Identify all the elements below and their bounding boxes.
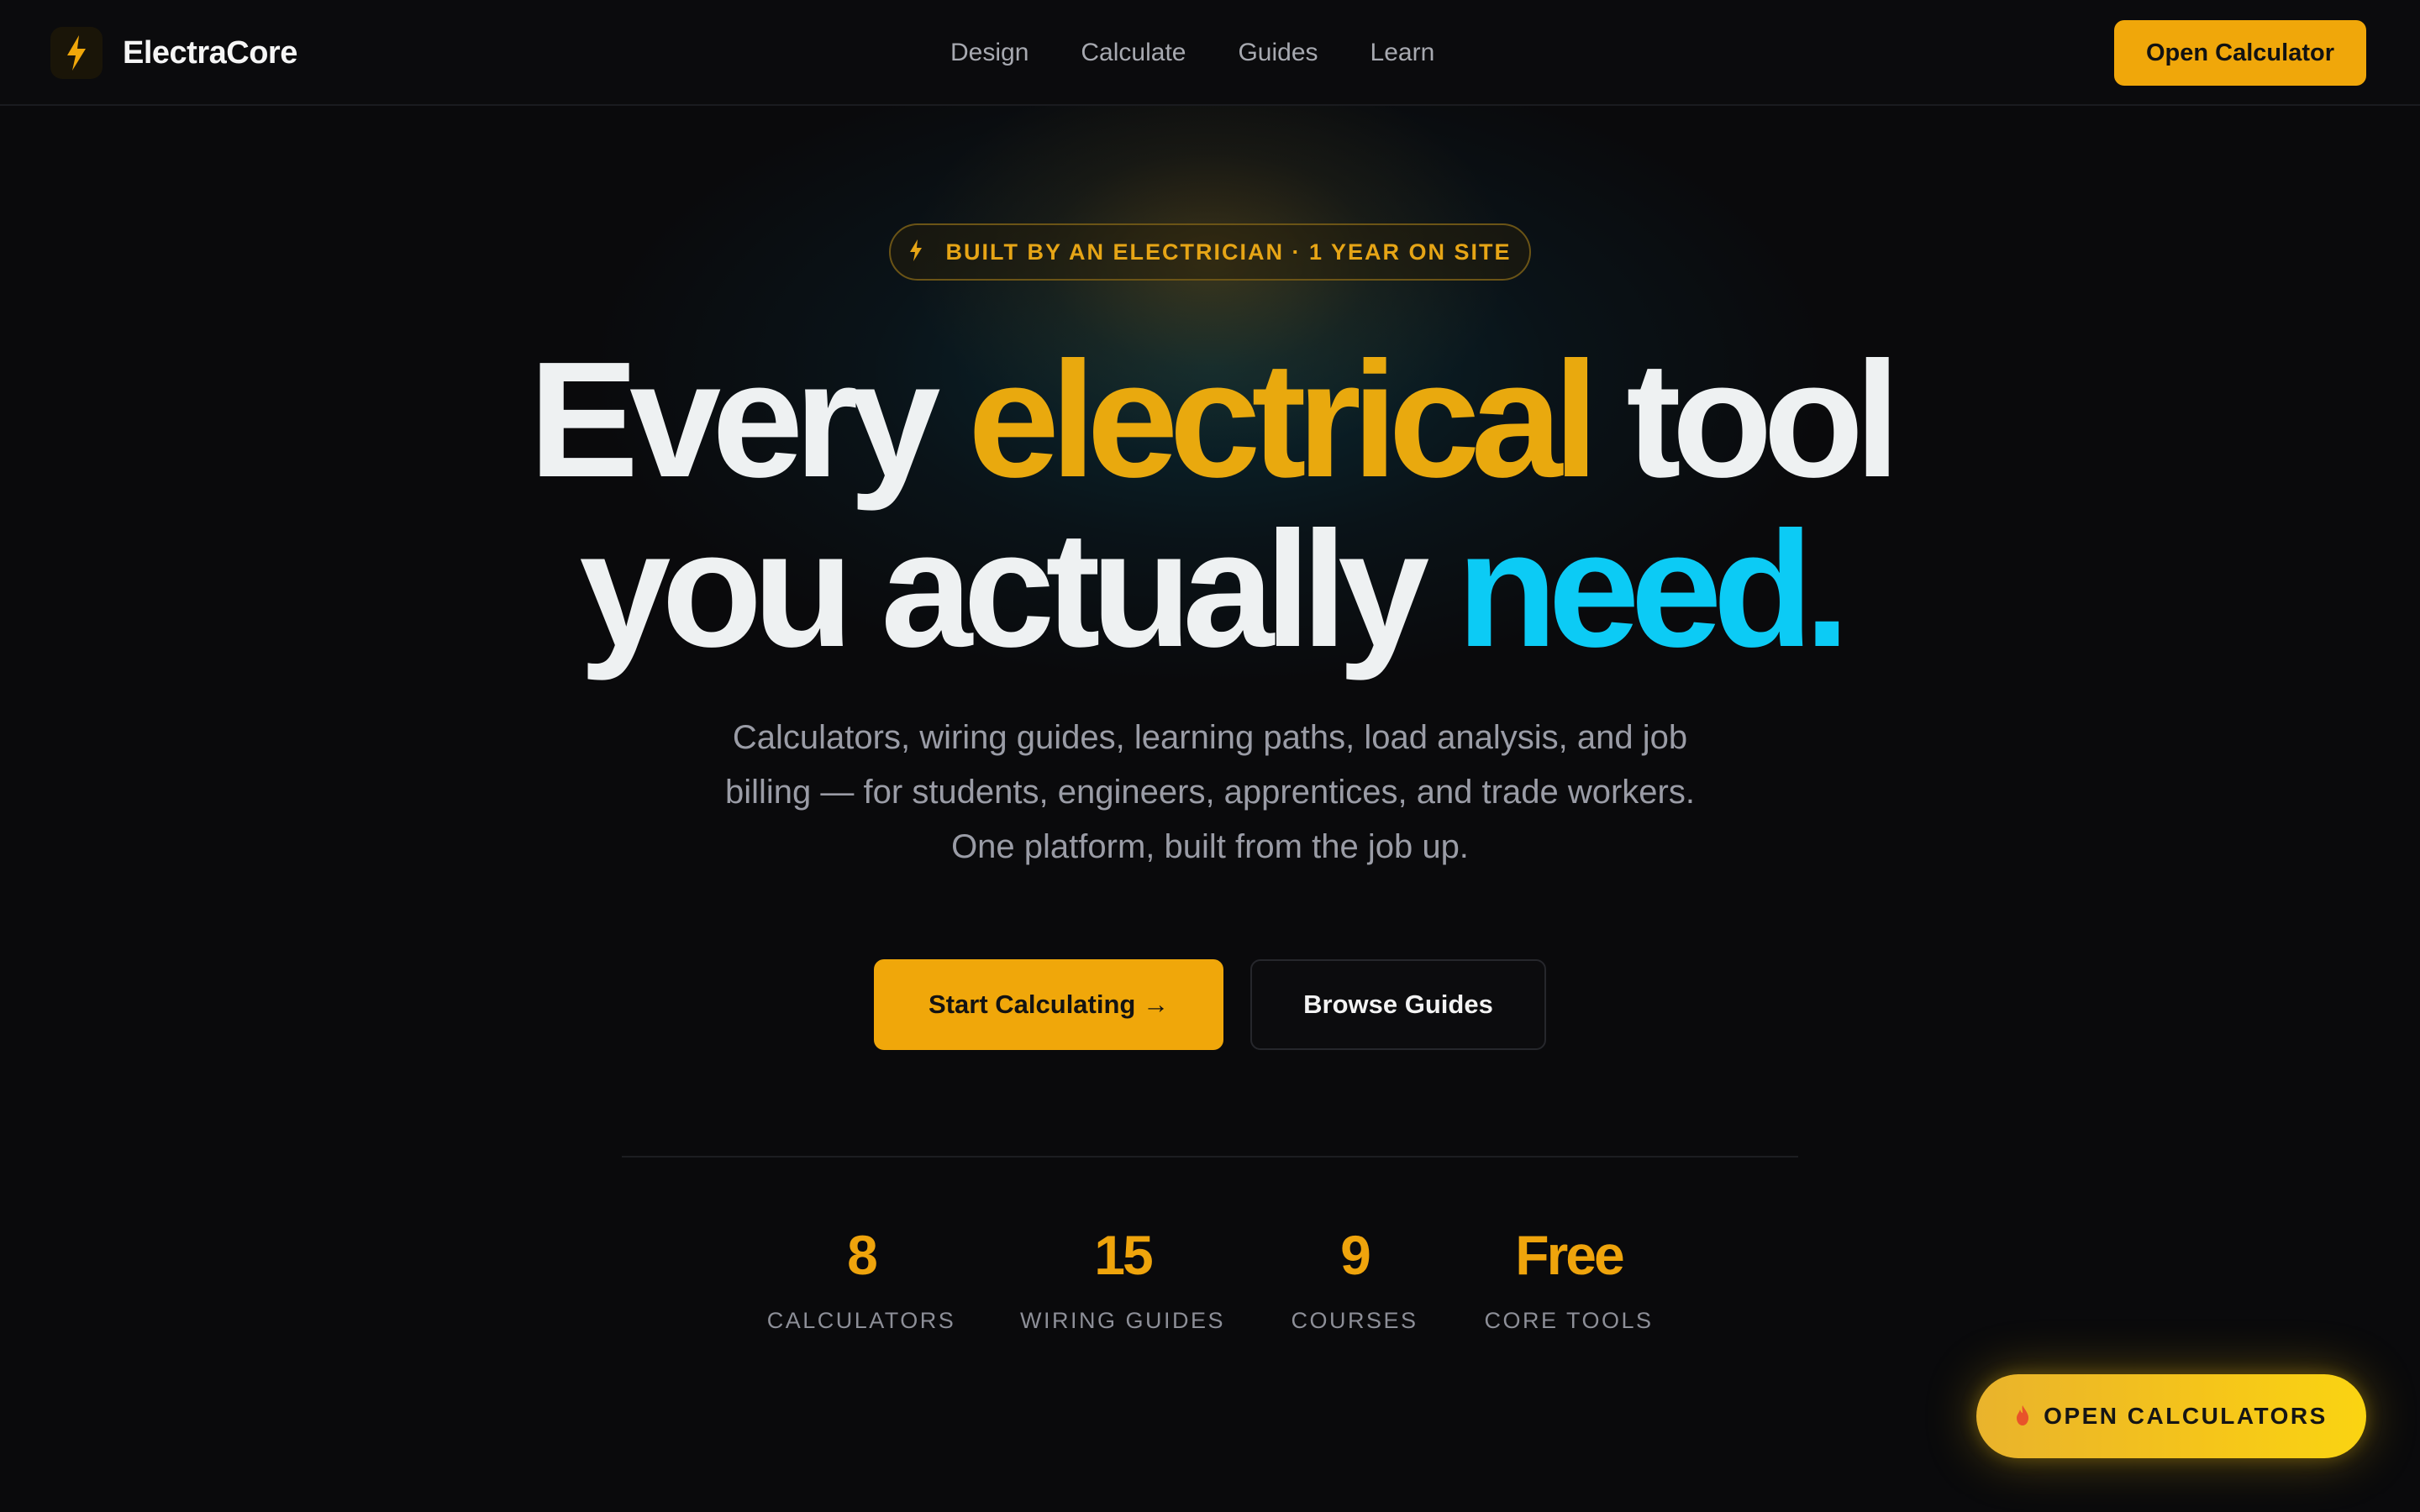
headline-line-2: you actually need. <box>0 504 2420 675</box>
brand[interactable]: ElectraCore <box>50 25 297 81</box>
headline-line-1: Every electrical tool <box>0 334 2420 506</box>
bolt-logo-icon <box>50 27 103 79</box>
start-calculating-button[interactable]: Start Calculating → <box>874 959 1223 1050</box>
hero-badge: BUILT BY AN ELECTRICIAN · 1 YEAR ON SITE <box>889 223 1531 281</box>
stat-value: 9 <box>1340 1224 1371 1286</box>
browse-guides-button[interactable]: Browse Guides <box>1250 959 1546 1050</box>
subtitle-line-1: Calculators, wiring guides, learning pat… <box>732 719 1688 756</box>
stat-wiring-guides: 15 WIRING GUIDES <box>1008 1215 1237 1337</box>
badge-text: BUILT BY AN ELECTRICIAN · 1 YEAR ON SITE <box>945 239 1512 265</box>
nav-link-learn[interactable]: Learn <box>1344 34 1461 72</box>
bolt-icon <box>908 239 923 266</box>
brand-name: ElectraCore <box>123 34 297 71</box>
nav-link-calculate[interactable]: Calculate <box>1055 34 1212 72</box>
hero-subtitle: Calculators, wiring guides, learning pat… <box>538 711 1882 874</box>
top-nav: ElectraCore Design Calculate Guides Lear… <box>0 0 2420 106</box>
headline-words-you-actually: you actually <box>579 497 1429 681</box>
stat-courses: 9 COURSES <box>1279 1215 1430 1337</box>
stat-label: COURSES <box>1291 1308 1418 1333</box>
stat-label: WIRING GUIDES <box>1019 1308 1225 1333</box>
headline-word-every: Every <box>529 328 940 512</box>
stat-value: Free <box>1515 1224 1624 1286</box>
flame-icon <box>2015 1404 2030 1429</box>
subtitle-line-2: billing — for students, engineers, appre… <box>725 774 1695 811</box>
stat-value: 8 <box>847 1224 878 1286</box>
stat-label: CALCULATORS <box>766 1308 956 1333</box>
landing-page: ElectraCore Design Calculate Guides Lear… <box>0 0 2420 1512</box>
floating-cta-label: OPEN CALCULATORS <box>2044 1403 2328 1429</box>
floating-open-calculators-button[interactable]: OPEN CALCULATORS <box>1976 1374 2366 1458</box>
nav-links: Design Calculate Guides Learn <box>924 34 1460 72</box>
stat-core-tools: Free CORE TOOLS <box>1479 1215 1659 1337</box>
open-calculator-button[interactable]: Open Calculator <box>2114 20 2366 86</box>
stat-label: CORE TOOLS <box>1484 1308 1654 1333</box>
nav-link-guides[interactable]: Guides <box>1212 34 1344 72</box>
headline-word-electrical: electrical <box>967 328 1599 512</box>
headline-word-tool: tool <box>1626 328 1900 512</box>
nav-link-design[interactable]: Design <box>924 34 1055 72</box>
subtitle-line-3: One platform, built from the job up. <box>951 828 1469 865</box>
stat-value: 15 <box>1094 1224 1153 1286</box>
stat-calculators: 8 CALCULATORS <box>756 1215 966 1337</box>
headline-word-need: need. <box>1456 497 1850 681</box>
stats-divider <box>622 1156 1798 1158</box>
